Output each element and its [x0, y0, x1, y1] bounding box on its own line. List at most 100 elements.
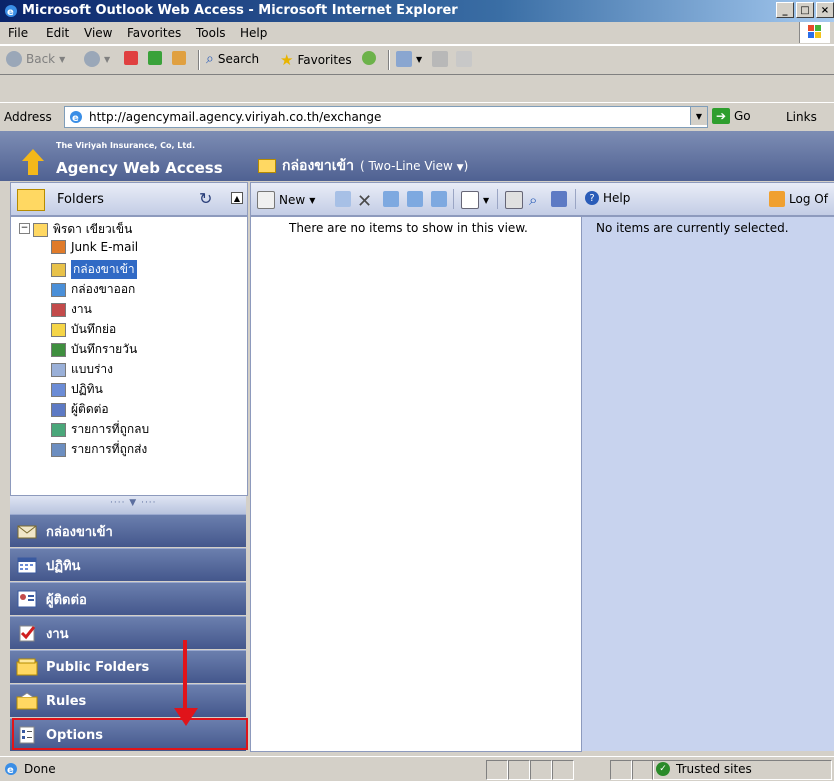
tree-item-tasks[interactable]: งาน [51, 300, 92, 319]
links-button[interactable]: Links [786, 110, 817, 124]
go-button[interactable]: ➔ Go [712, 108, 751, 124]
inbox-icon [16, 521, 38, 541]
home-button[interactable] [172, 51, 186, 65]
dropdown-arrow-icon: ▼ [309, 195, 316, 205]
no-selection-message: No items are currently selected. [596, 221, 789, 235]
address-label: Address [4, 110, 52, 124]
reply-button[interactable] [383, 191, 399, 207]
view-button[interactable]: ▼ [461, 191, 489, 209]
help-button[interactable]: ? Help [585, 191, 630, 205]
history-button[interactable] [362, 51, 376, 65]
print-button[interactable] [432, 51, 448, 67]
forward-button[interactable]: ▼ [84, 51, 110, 67]
nav-tasks[interactable]: งาน [10, 616, 246, 649]
junk-icon [51, 240, 66, 254]
tree-item-drafts[interactable]: แบบร่าง [51, 360, 113, 379]
menu-favorites[interactable]: Favorites [127, 26, 181, 40]
options-highlight-box [12, 718, 248, 750]
nav-calendar[interactable]: ปฏิทิน [10, 548, 246, 581]
nav-inbox[interactable]: กล่องขาเข้า [10, 514, 246, 547]
collapse-folders-button[interactable]: ▲ [231, 192, 243, 204]
move-button[interactable] [335, 191, 351, 207]
tree-item-notes[interactable]: บันทึกย่อ [51, 320, 116, 339]
message-list[interactable]: There are no items to show in this view. [250, 216, 582, 752]
check-messages-icon [505, 191, 523, 209]
tree-item-journal[interactable]: บันทึกรายวัน [51, 340, 137, 359]
status-panel [508, 760, 530, 780]
back-button[interactable]: Back ▼ [6, 51, 65, 67]
menu-view[interactable]: View [84, 26, 112, 40]
view-mode-label: ( Two-Line View [359, 159, 453, 173]
tree-item-label: ผู้ติดต่อ [71, 402, 109, 416]
collapse-tree-icon[interactable]: − [19, 223, 30, 234]
main-toolbar: New ▼ ✕ ▼ ⌕ ? Help Log Of [250, 182, 834, 216]
back-arrow-icon [6, 51, 22, 67]
refresh-button[interactable] [148, 51, 162, 65]
folder-icon [258, 159, 276, 173]
menu-help[interactable]: Help [240, 26, 267, 40]
nav-label: Rules [46, 693, 87, 709]
pane-splitter[interactable]: ···· ▼ ···· [10, 496, 246, 514]
find-button[interactable]: ⌕ [529, 191, 537, 209]
view-mode-selector[interactable]: ( Two-Line View ▼) [360, 159, 468, 173]
tree-item-calendar[interactable]: ปฏิทิน [51, 380, 103, 399]
nav-public-folders[interactable]: Public Folders [10, 650, 246, 683]
tree-item-label: ปฏิทิน [71, 382, 103, 396]
menu-file[interactable]: File [8, 26, 28, 40]
tree-item-sent[interactable]: รายการที่ถูกส่ง [51, 440, 147, 459]
tree-item-outbox[interactable]: กล่องขาออก [51, 280, 135, 299]
logoff-icon [769, 191, 785, 207]
forward-icon [431, 191, 447, 207]
tree-item-contacts[interactable]: ผู้ติดต่อ [51, 400, 109, 419]
menu-bar: File Edit View Favorites Tools Help [0, 22, 834, 45]
viriyah-logo-icon [22, 149, 44, 175]
nav-contacts[interactable]: ผู้ติดต่อ [10, 582, 246, 615]
nav-rules[interactable]: Rules [10, 684, 246, 717]
logoff-button[interactable]: Log Of [769, 191, 828, 207]
nav-label: ปฏิทิน [46, 558, 81, 574]
favorites-button[interactable]: ★ Favorites [280, 51, 352, 69]
forward-message-button[interactable] [431, 191, 447, 207]
stop-icon [124, 51, 138, 65]
refresh-folders-icon[interactable]: ↻ [199, 189, 212, 208]
menu-edit[interactable]: Edit [46, 26, 69, 40]
delete-button[interactable]: ✕ [357, 191, 372, 212]
address-book-button[interactable] [551, 191, 567, 207]
annotation-arrow-shaft [183, 640, 187, 718]
tree-item-deleted[interactable]: รายการที่ถูกลบ [51, 420, 149, 439]
inbox-icon [51, 262, 66, 277]
new-message-icon [257, 191, 275, 209]
tasks-icon [16, 623, 38, 643]
close-button[interactable]: × [816, 2, 834, 18]
search-icon: ⌕ [206, 51, 214, 67]
address-input[interactable]: e http://agencymail.agency.viriyah.co.th… [64, 106, 708, 128]
drafts-icon [51, 362, 66, 377]
notes-icon [51, 322, 66, 337]
mailbox-label: พิรดา เขียวเข็น [53, 222, 133, 236]
reply-all-button[interactable] [407, 191, 423, 207]
minimize-button[interactable]: _ [776, 2, 794, 18]
address-dropdown-button[interactable]: ▼ [690, 107, 707, 125]
view-icon [461, 191, 479, 209]
search-button[interactable]: ⌕ Search [206, 51, 259, 67]
journal-icon [51, 342, 66, 357]
tree-root-mailbox[interactable]: พิรดา เขียวเข็น [33, 220, 132, 239]
edit-page-button[interactable] [456, 51, 472, 67]
window-title-bar[interactable]: e Microsoft Outlook Web Access - Microso… [0, 0, 834, 22]
maximize-button[interactable]: □ [796, 2, 814, 18]
outbox-icon [51, 282, 66, 297]
menu-tools[interactable]: Tools [196, 26, 226, 40]
mail-button[interactable]: ▼ [396, 51, 422, 67]
address-bar: Address e http://agencymail.agency.viriy… [0, 102, 834, 132]
tree-item-label: รายการที่ถูกส่ง [71, 442, 148, 456]
tree-item-inbox[interactable]: กล่องขาเข้า [51, 260, 137, 279]
check-messages-button[interactable] [505, 191, 523, 209]
new-label: New [279, 193, 306, 207]
stop-button[interactable] [124, 51, 138, 65]
new-button[interactable]: New ▼ [257, 191, 315, 209]
folder-tree: − พิรดา เขียวเข็น Junk E-mail กล่องขาเข้… [10, 216, 248, 496]
svg-text:e: e [7, 7, 14, 18]
address-book-icon [551, 191, 567, 207]
tree-item-junk[interactable]: Junk E-mail [51, 240, 138, 254]
